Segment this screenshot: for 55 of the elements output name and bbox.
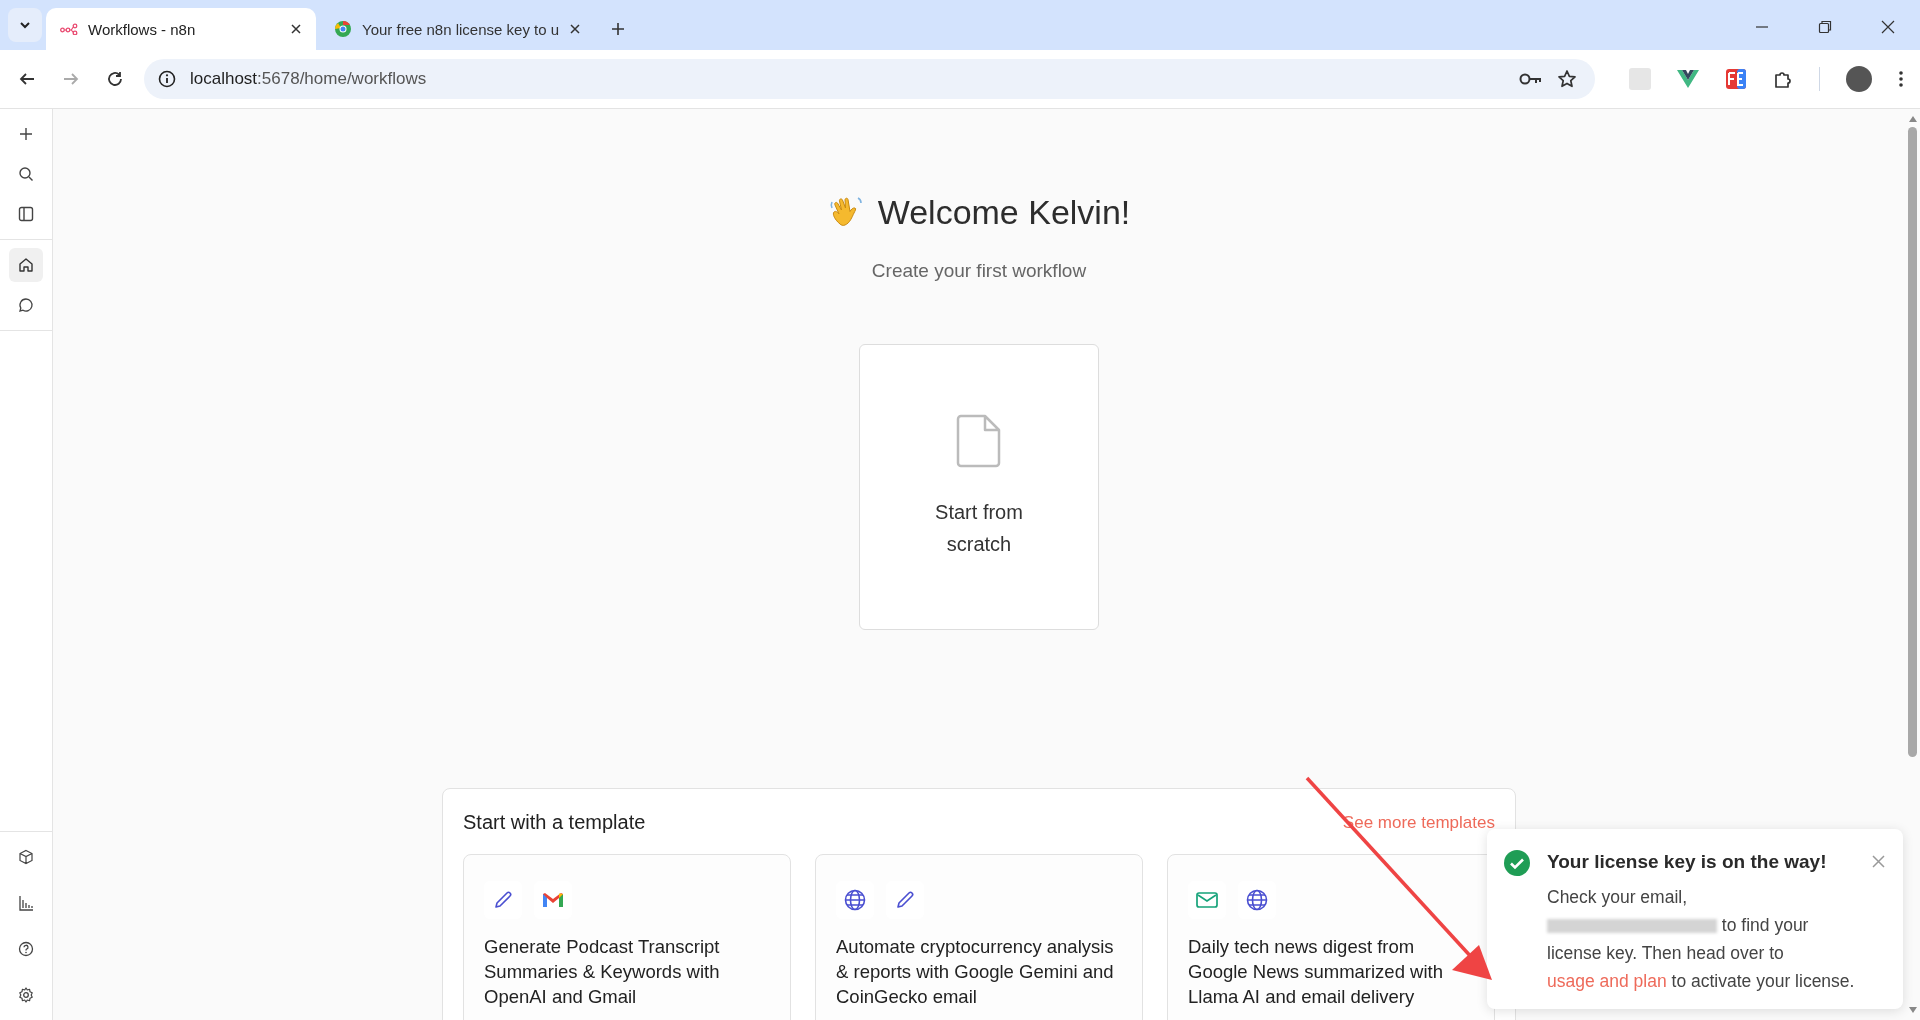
more-icon[interactable] bbox=[1898, 69, 1904, 89]
browser-tab[interactable]: Workflows - n8n bbox=[46, 8, 316, 50]
help-icon bbox=[18, 941, 34, 957]
pencil-icon bbox=[894, 889, 916, 911]
toast-title: Your license key is on the way! bbox=[1547, 851, 1828, 873]
puzzle-icon[interactable] bbox=[1773, 69, 1793, 89]
cube-icon bbox=[18, 849, 34, 865]
key-icon[interactable] bbox=[1519, 71, 1543, 87]
globe-icon bbox=[1245, 888, 1269, 912]
welcome-title: Welcome Kelvin! bbox=[877, 193, 1131, 232]
template-card[interactable]: Automate cryptocurrency analysis & reports with Google Gemini and CoinGecko email bbox=[815, 854, 1143, 1020]
reload-icon[interactable] bbox=[106, 70, 124, 88]
globe-icon bbox=[843, 888, 867, 912]
info-icon bbox=[158, 70, 176, 88]
template-title: Daily tech news digest from Google News summarized with Llama AI and email delivery bbox=[1188, 935, 1444, 1009]
url-text: localhost:5678/home/workflows bbox=[190, 69, 427, 89]
browser-logo-icon bbox=[334, 20, 352, 38]
new-tab-icon[interactable] bbox=[611, 22, 626, 36]
bar-chart-icon bbox=[18, 895, 34, 911]
tab-title: Workflows - n8n bbox=[88, 20, 197, 38]
restore-icon[interactable] bbox=[1818, 20, 1832, 34]
success-check-icon bbox=[1503, 849, 1531, 877]
template-title: Automate cryptocurrency analysis & reports with Google Gemini and CoinGecko email bbox=[836, 935, 1115, 1009]
template-title: Generate Podcast Transcript Summaries & Keywords with OpenAI and Gmail bbox=[484, 935, 721, 1009]
scroll-up-icon[interactable] bbox=[1907, 115, 1918, 123]
chat-icon bbox=[18, 297, 34, 313]
plus-icon bbox=[18, 126, 34, 142]
envelope-icon bbox=[1195, 890, 1219, 910]
n8n-logo-icon bbox=[60, 23, 78, 35]
pencil-icon bbox=[492, 889, 514, 911]
close-icon[interactable] bbox=[290, 23, 302, 35]
tab-search-button[interactable] bbox=[8, 8, 42, 42]
start-from-scratch-card[interactable]: Start from scratch bbox=[859, 344, 1099, 630]
settings-icon bbox=[18, 987, 34, 1003]
home-icon bbox=[18, 257, 34, 273]
template-card[interactable]: Generate Podcast Transcript Summaries & Keywords with OpenAI and Gmail bbox=[463, 854, 791, 1020]
profile-avatar[interactable] bbox=[1846, 66, 1872, 92]
browser-tab[interactable]: Your free n8n license key to u bbox=[320, 8, 596, 50]
template-card[interactable]: Daily tech news digest from Google News summarized with Llama AI and email delivery bbox=[1167, 854, 1495, 1020]
welcome-subtitle: Create your first workflow bbox=[871, 260, 1087, 282]
sidebar-item[interactable] bbox=[9, 248, 43, 282]
fe-logo-icon[interactable] bbox=[1725, 68, 1747, 90]
toast-message: Check your email, to find your license key. Then head over to usage and plan to activate your license. bbox=[1547, 886, 1856, 993]
address-bar[interactable]: localhost:5678/home/workflows bbox=[144, 59, 1595, 99]
sidebar-panel-icon bbox=[18, 206, 34, 222]
search-icon bbox=[18, 166, 34, 182]
templates-heading: Start with a template bbox=[463, 811, 646, 834]
v-logo-icon[interactable] bbox=[1677, 69, 1699, 89]
close-icon[interactable] bbox=[569, 23, 582, 35]
star-icon[interactable] bbox=[1557, 69, 1577, 89]
scroll-down-icon[interactable] bbox=[1907, 1006, 1918, 1014]
close-icon[interactable] bbox=[1881, 20, 1895, 34]
tab-title: Your free n8n license key to u bbox=[362, 20, 560, 38]
mail-logo-icon bbox=[541, 890, 565, 910]
file-icon bbox=[956, 414, 1002, 468]
